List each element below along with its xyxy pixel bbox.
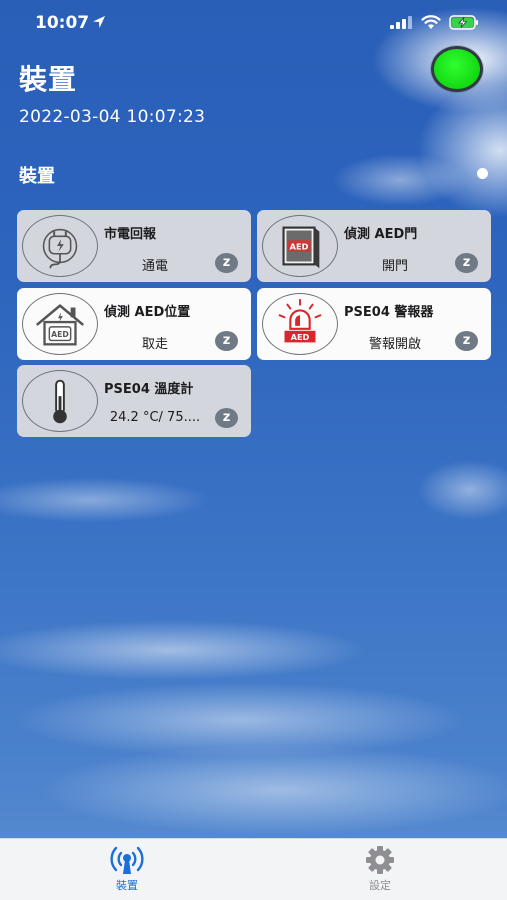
- page-indicator-dot[interactable]: [477, 168, 488, 179]
- aed-alarm-icon: AED: [262, 293, 338, 355]
- tab-label: 裝置: [116, 879, 138, 892]
- zwave-badge-icon: z: [455, 331, 478, 351]
- device-card-alarm[interactable]: AED PSE04 警報器 警報開啟 z: [257, 288, 491, 360]
- battery-charging-icon: [449, 15, 478, 30]
- svg-text:AED: AED: [290, 241, 309, 251]
- connection-status-indicator[interactable]: [431, 46, 483, 92]
- section-title: 裝置: [19, 166, 55, 187]
- svg-text:AED: AED: [291, 332, 310, 342]
- tab-settings[interactable]: 設定: [320, 839, 440, 900]
- zwave-badge-icon: z: [215, 408, 238, 428]
- antenna-icon: [110, 846, 144, 874]
- location-arrow-icon: [93, 16, 105, 28]
- aed-house-icon: AED: [22, 293, 98, 355]
- device-card-power[interactable]: 市電回報 通電 z: [17, 210, 251, 282]
- device-status: 開門: [381, 259, 408, 274]
- zwave-badge-icon: z: [215, 253, 238, 273]
- tab-devices[interactable]: 裝置: [67, 839, 187, 900]
- device-status: 取走: [141, 337, 168, 352]
- tab-label: 設定: [369, 879, 391, 892]
- zwave-badge-icon: z: [455, 253, 478, 273]
- last-updated-timestamp: 2022-03-04 10:07:23: [19, 107, 206, 127]
- device-card-thermometer[interactable]: PSE04 溫度計 24.2 °C/ 75.... z: [17, 365, 251, 437]
- device-name: 偵測 AED位置: [104, 305, 191, 320]
- device-status: 警報開啟: [368, 337, 421, 352]
- wifi-icon: [421, 15, 441, 29]
- device-name: PSE04 警報器: [344, 305, 434, 320]
- svg-text:AED: AED: [51, 330, 69, 339]
- device-name: 偵測 AED門: [344, 227, 418, 242]
- device-status: 通電: [141, 259, 168, 274]
- zwave-badge-icon: z: [215, 331, 238, 351]
- device-card-aed-door[interactable]: AED 偵測 AED門 開門 z: [257, 210, 491, 282]
- thermometer-icon: [22, 370, 98, 432]
- page-title: 裝置: [19, 63, 78, 96]
- status-bar: 10:07: [0, 0, 507, 46]
- cellular-signal-icon: [390, 16, 412, 29]
- device-name: 市電回報: [104, 227, 157, 242]
- device-card-aed-location[interactable]: AED 偵測 AED位置 取走 z: [17, 288, 251, 360]
- power-plug-icon: [22, 215, 98, 277]
- device-status: 24.2 °C/ 75....: [109, 410, 201, 425]
- device-name: PSE04 溫度計: [104, 382, 194, 397]
- gear-icon: [366, 846, 394, 874]
- aed-door-icon: AED: [262, 215, 338, 277]
- tab-bar: 裝置 設定: [0, 838, 507, 900]
- status-time: 10:07: [35, 13, 90, 33]
